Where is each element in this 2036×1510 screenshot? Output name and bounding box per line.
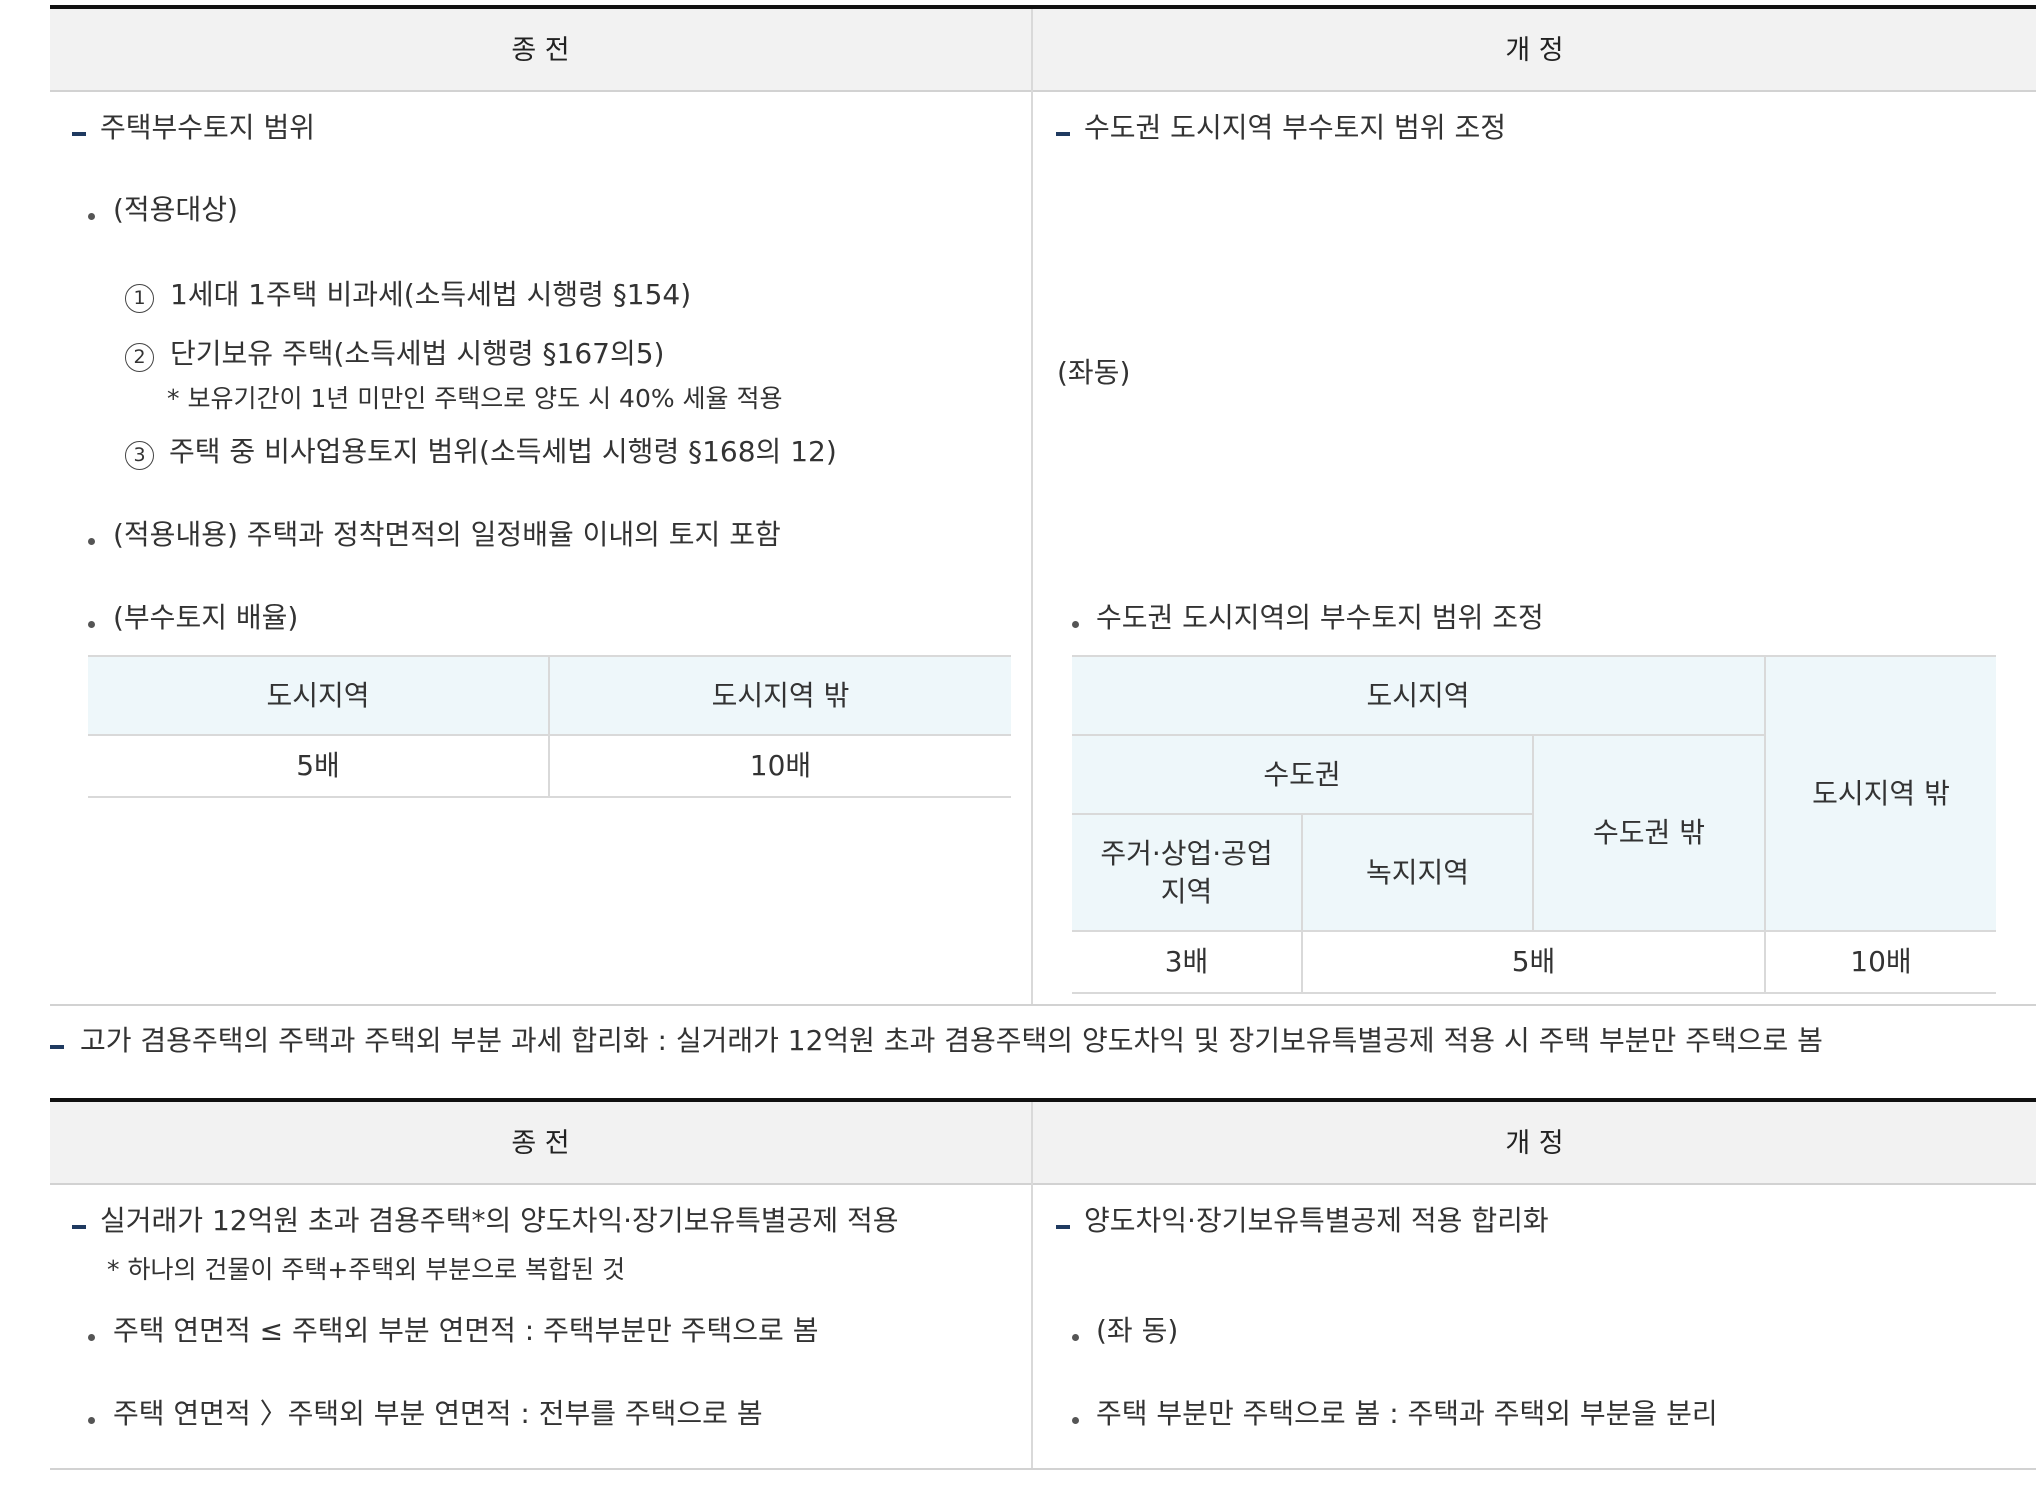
header-before: 종 전 <box>511 35 570 66</box>
ratio-value-green-outside-capital: 5배 <box>1511 945 1556 978</box>
right-title: 양도차익·장기보유특별공제 적용 합리화 <box>1084 1204 1549 1237</box>
ratio-table-after: 도시지역 수도권 주거·상업·공업 지역 녹지지역 수도권 밖 도시지역 밖 3… <box>1072 655 1996 997</box>
bullet-icon <box>1072 621 1079 628</box>
header-before: 종 전 <box>511 1128 570 1159</box>
bullet-target: (적용대상) <box>113 193 238 226</box>
ratio-header-outside-capital: 수도권 밖 <box>1534 736 1764 930</box>
same-as-left: (좌동) <box>1057 356 1131 389</box>
target-item-3: 주택 중 비사업용토지 범위(소득세법 시행령 §168의 12) <box>169 435 837 468</box>
dash-marker-icon <box>50 1045 64 1049</box>
bullet-icon <box>1072 1417 1079 1424</box>
target-item-1: 1세대 1주택 비과세(소득세법 시행령 §154) <box>170 278 692 311</box>
ratio-value-urban: 5배 <box>296 749 340 782</box>
table-header-row: 종 전 개 정 <box>50 1102 2036 1185</box>
bullet-icon <box>88 1334 95 1341</box>
column-divider <box>1031 1102 1033 1470</box>
ratio-header-urban: 도시지역 <box>1072 657 1764 734</box>
ratio-value-outside-urban: 10배 <box>1850 945 1912 978</box>
ratio-header-urban: 도시지역 <box>88 657 548 734</box>
dash-marker-icon <box>1056 1225 1070 1229</box>
right-bullet: 수도권 도시지역의 부수토지 범위 조정 <box>1096 601 1544 634</box>
bullet-ratio: (부수토지 배율) <box>113 601 299 634</box>
bullet-icon <box>88 213 95 220</box>
dash-marker-icon <box>1056 132 1070 136</box>
table-header-row: 종 전 개 정 <box>50 9 2036 92</box>
target-item-2: 단기보유 주택(소득세법 시행령 §167의5) <box>170 337 665 370</box>
ratio-header-capital: 수도권 <box>1072 736 1532 813</box>
header-after: 개 정 <box>1505 35 1564 66</box>
header-after: 개 정 <box>1505 1128 1564 1159</box>
circled-number-icon: 2 <box>125 343 154 372</box>
bullet-icon <box>1072 1334 1079 1341</box>
right-title: 수도권 도시지역 부수토지 범위 조정 <box>1084 111 1507 144</box>
ratio-value-residential: 3배 <box>1164 945 1209 978</box>
ratio-header-outside-urban: 도시지역 밖 <box>1766 657 1996 930</box>
column-divider <box>1031 9 1033 1006</box>
table-bottom-border <box>50 1468 2036 1470</box>
dash-marker-icon <box>72 1225 86 1229</box>
dash-marker-icon <box>72 132 86 136</box>
comparison-table-mixed-use: 종 전 개 정 실거래가 12억원 초과 겸용주택*의 양도차익·장기보유특별공… <box>50 1098 2036 1470</box>
ratio-value-outside: 10배 <box>749 749 812 782</box>
circled-number-icon: 3 <box>125 441 154 470</box>
bullet-content: (적용내용) 주택과 정착면적의 일정배율 이내의 토지 포함 <box>113 518 781 551</box>
section2-title: 고가 겸용주택의 주택과 주택외 부분 과세 합리화 : 실거래가 12억원 초… <box>80 1024 1823 1057</box>
left-bullet-1: 주택 연면적 ≤ 주택외 부분 연면적 : 주택부분만 주택으로 봄 <box>113 1314 819 1347</box>
left-title: 주택부수토지 범위 <box>100 111 315 144</box>
bullet-icon <box>88 621 95 628</box>
note-holding-period: * 보유기간이 1년 미만인 주택으로 양도 시 40% 세율 적용 <box>167 384 783 413</box>
left-bullet-2: 주택 연면적 〉주택외 부분 연면적 : 전부를 주택으로 봄 <box>113 1397 763 1430</box>
left-title: 실거래가 12억원 초과 겸용주택*의 양도차익·장기보유특별공제 적용 <box>100 1204 899 1237</box>
ratio-header-residential: 주거·상업·공업 지역 <box>1072 815 1301 930</box>
circled-number-icon: 1 <box>125 284 154 313</box>
note-mixed-building: * 하나의 건물이 주택+주택외 부분으로 복합된 것 <box>107 1255 626 1284</box>
section-divider <box>50 1004 2036 1006</box>
ratio-header-outside: 도시지역 밖 <box>550 657 1011 734</box>
right-bullet-1: (좌 동) <box>1096 1314 1179 1347</box>
ratio-table-before: 도시지역 도시지역 밖 5배 10배 <box>88 655 1011 803</box>
comparison-table-land: 종 전 개 정 주택부수토지 범위 (적용대상) 1 1세대 1주택 비과세(소… <box>50 5 2036 1006</box>
right-bullet-2: 주택 부분만 주택으로 봄 : 주택과 주택외 부분을 분리 <box>1096 1397 1718 1430</box>
bullet-icon <box>88 1417 95 1424</box>
ratio-header-green: 녹지지역 <box>1303 815 1532 930</box>
bullet-icon <box>88 538 95 545</box>
